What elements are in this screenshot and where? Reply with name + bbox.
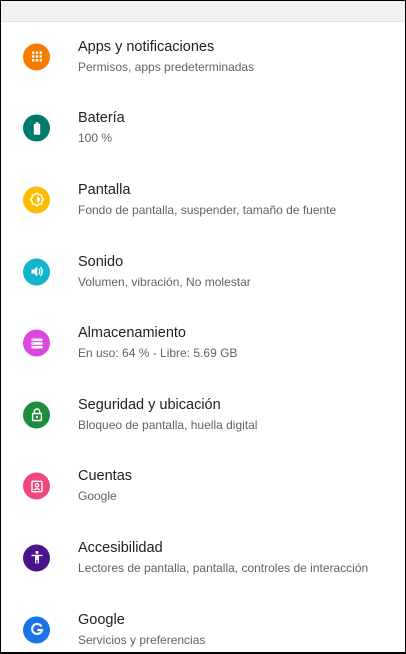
brightness-icon <box>23 186 50 214</box>
settings-item-subtitle: Lectores de pantalla, pantalla, controle… <box>78 560 369 575</box>
settings-item-subtitle: 100 % <box>78 131 113 146</box>
accessibility-icon <box>23 544 50 572</box>
settings-item-text: Cuentas Google <box>78 467 395 505</box>
settings-item-text: Batería 100 % <box>78 109 395 147</box>
settings-item-title: Cuentas <box>78 468 133 485</box>
volume-icon <box>23 258 50 286</box>
settings-item-text: Google Servicios y preferencias <box>78 611 395 649</box>
settings-item-text: Apps y notificaciones Permisos, apps pre… <box>78 38 395 76</box>
battery-icon <box>23 114 50 142</box>
settings-item-title: Sonido <box>78 253 124 270</box>
settings-item-text: Sonido Volumen, vibración, No molestar <box>78 253 395 291</box>
settings-item-security-location[interactable]: Seguridad y ubicación Bloqueo de pantall… <box>1 379 405 451</box>
settings-item-subtitle: Volumen, vibración, No molestar <box>78 274 251 289</box>
settings-item-title: Pantalla <box>78 181 131 198</box>
settings-item-subtitle: Servicios y preferencias <box>78 632 206 647</box>
settings-item-text: Accesibilidad Lectores de pantalla, pant… <box>78 539 395 577</box>
settings-item-google[interactable]: Google Servicios y preferencias <box>1 594 405 652</box>
settings-item-subtitle: Bloqueo de pantalla, huella digital <box>78 417 258 432</box>
settings-item-subtitle: Google <box>78 489 117 504</box>
settings-item-sound[interactable]: Sonido Volumen, vibración, No molestar <box>1 236 405 308</box>
google-g-icon <box>23 616 50 644</box>
settings-item-title: Google <box>78 611 125 628</box>
settings-item-title: Seguridad y ubicación <box>78 396 221 413</box>
account-box-icon <box>23 472 50 500</box>
settings-screen: Apps y notificaciones Permisos, apps pre… <box>1 1 405 652</box>
settings-item-text: Seguridad y ubicación Bloqueo de pantall… <box>78 396 395 434</box>
settings-item-battery[interactable]: Batería 100 % <box>1 93 405 165</box>
settings-item-storage[interactable]: Almacenamiento En uso: 64 % - Libre: 5.6… <box>1 307 405 379</box>
settings-item-subtitle: Permisos, apps predeterminadas <box>78 59 255 74</box>
settings-item-apps-notifications[interactable]: Apps y notificaciones Permisos, apps pre… <box>1 21 405 93</box>
settings-item-display[interactable]: Pantalla Fondo de pantalla, suspender, t… <box>1 164 405 236</box>
settings-item-title: Almacenamiento <box>78 325 186 342</box>
settings-item-title: Batería <box>78 110 125 127</box>
apps-grid-icon <box>23 43 50 71</box>
settings-item-accounts[interactable]: Cuentas Google <box>1 451 405 523</box>
settings-item-text: Almacenamiento En uso: 64 % - Libre: 5.6… <box>78 324 395 362</box>
storage-icon <box>23 329 50 357</box>
settings-list[interactable]: Apps y notificaciones Permisos, apps pre… <box>1 21 405 652</box>
lock-icon <box>23 401 50 429</box>
settings-item-subtitle: Fondo de pantalla, suspender, tamaño de … <box>78 202 337 217</box>
settings-item-title: Apps y notificaciones <box>78 38 215 55</box>
top-bar-edge <box>1 1 405 22</box>
settings-item-title: Accesibilidad <box>78 539 163 556</box>
settings-item-text: Pantalla Fondo de pantalla, suspender, t… <box>78 181 395 219</box>
settings-item-subtitle: En uso: 64 % - Libre: 5.69 GB <box>78 346 238 361</box>
settings-item-accessibility[interactable]: Accesibilidad Lectores de pantalla, pant… <box>1 522 405 594</box>
